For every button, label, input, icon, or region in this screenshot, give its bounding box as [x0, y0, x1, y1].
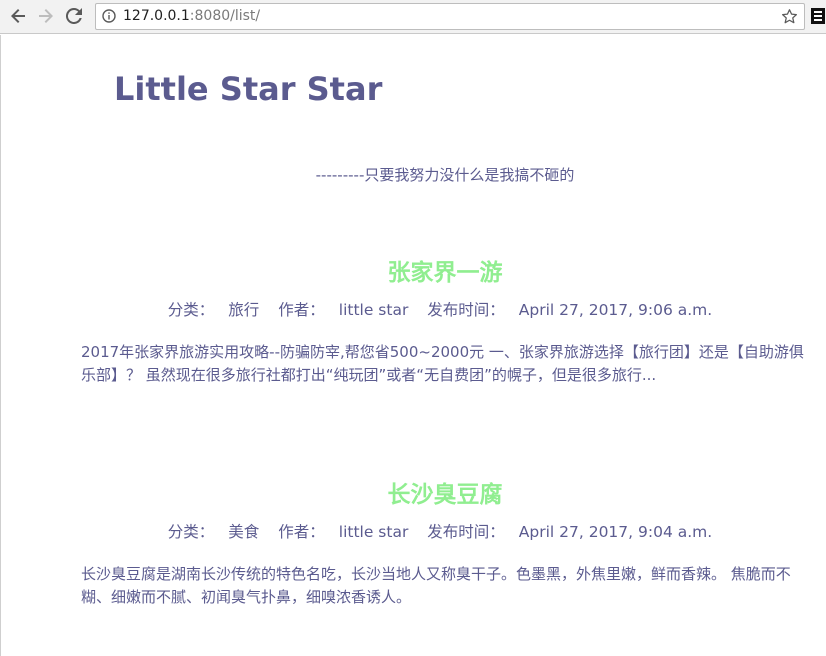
site-motto: ---------只要我努力没什么是我搞不砸的 [315, 166, 575, 184]
post-author: 作者： little star [278, 301, 409, 319]
post-title[interactable]: 张家界一游 [0, 253, 826, 287]
reload-icon [66, 8, 82, 24]
page-content: Little Star Star ---------只要我努力没什么是我搞不砸的… [0, 35, 826, 656]
forward-arrow-icon [39, 9, 53, 23]
post-meta: 分类： 美食 作者： little star 发布时间： April 27, 2017… [0, 520, 826, 542]
post-excerpt: 2017年张家界旅游实用攻略--防骗防宰,帮您省500~2000元 一、张家界旅… [81, 343, 804, 384]
post-category: 分类： 美食 [167, 523, 260, 541]
address-bar[interactable]: 127.0.0.1:8080/list/ [95, 3, 805, 30]
star-icon[interactable] [781, 8, 798, 25]
post-date: 发布时间： April 27, 2017, 9:04 a.m. [427, 523, 713, 541]
post-author: 作者： little star [278, 523, 409, 541]
post-date: 发布时间： April 27, 2017, 9:06 a.m. [427, 301, 713, 319]
info-icon[interactable] [102, 9, 116, 23]
back-button[interactable] [7, 5, 29, 27]
site-title[interactable]: Little Star Star [114, 70, 382, 108]
post-title[interactable]: 长沙臭豆腐 [0, 475, 826, 509]
extension-icon[interactable] [811, 8, 825, 24]
back-arrow-icon [11, 9, 25, 23]
post-meta: 分类： 旅行 作者： little star 发布时间： April 27, 2017… [0, 298, 826, 320]
post-category: 分类： 旅行 [167, 301, 260, 319]
url-host: 127.0.0.1 [123, 8, 190, 24]
browser-toolbar: 127.0.0.1:8080/list/ [0, 0, 826, 34]
url-path: :8080/list/ [189, 8, 261, 24]
forward-button[interactable] [35, 5, 57, 27]
reload-button[interactable] [63, 5, 85, 27]
post-excerpt: 长沙臭豆腐是湖南长沙传统的特色名吃，长沙当地人又称臭干子。色墨黑，外焦里嫩，鲜而… [81, 565, 791, 606]
url-text[interactable]: 127.0.0.1:8080/list/ [123, 8, 260, 24]
